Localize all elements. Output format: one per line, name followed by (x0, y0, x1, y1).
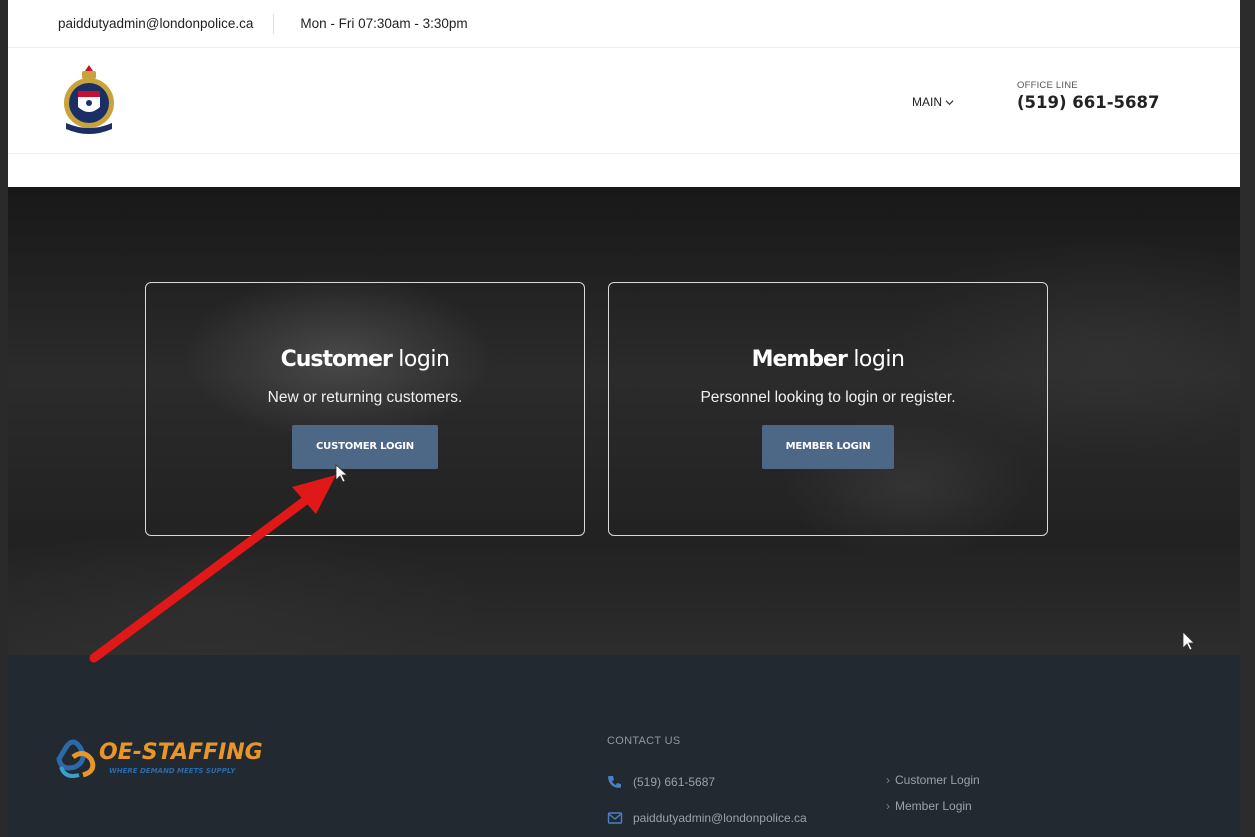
topbar-divider (273, 13, 275, 34)
header-spacer (8, 154, 1240, 187)
contact-heading: CONTACT US (607, 735, 681, 747)
web-page: paiddutyadmin@londonpolice.ca Mon - Fri … (8, 0, 1240, 837)
office-line-label: OFFICE LINE (1017, 80, 1078, 91)
site-header: MAIN OFFICE LINE (519) 661-5687 (8, 48, 1240, 154)
footer-email-row[interactable]: paiddutyadmin@londonpolice.ca (607, 810, 807, 826)
topbar-hours: Mon - Fri 07:30am - 3:30pm (300, 16, 468, 31)
site-footer: OE-STAFFING WHERE DEMAND MEETS SUPPLY CO… (8, 655, 1240, 837)
chevron-down-icon (945, 99, 954, 105)
customer-title-rest: login (391, 347, 450, 372)
customer-login-card: Customer login New or returning customer… (145, 282, 585, 536)
nav-main-label: MAIN (912, 95, 942, 109)
phone-icon (608, 776, 621, 788)
nav-main-menu[interactable]: MAIN (912, 95, 954, 109)
customer-card-subtitle: New or returning customers. (267, 389, 463, 406)
office-line-phone[interactable]: (519) 661-5687 (1017, 93, 1159, 112)
member-login-button[interactable]: MEMBER LOGIN (761, 425, 895, 469)
member-login-card: Member login Personnel looking to login … (608, 282, 1048, 536)
top-info-bar: paiddutyadmin@londonpolice.ca Mon - Fri … (8, 0, 1240, 48)
police-crest-icon[interactable] (58, 63, 120, 137)
customer-card-title: Customer login (146, 347, 584, 372)
footer-link-member-login[interactable]: › Member Login (886, 799, 980, 813)
footer-email: paiddutyadmin@londonpolice.ca (633, 811, 807, 825)
oe-logo-name: OE-STAFFING (99, 740, 263, 765)
member-title-bold: Member (751, 347, 848, 372)
footer-link-label: Member Login (895, 799, 972, 813)
footer-link-label: Customer Login (895, 773, 980, 787)
topbar-email[interactable]: paiddutyadmin@londonpolice.ca (58, 16, 253, 31)
oe-logo-tagline: WHERE DEMAND MEETS SUPPLY (109, 767, 236, 775)
office-line: OFFICE LINE (519) 661-5687 (1017, 80, 1159, 112)
envelope-icon (607, 812, 623, 824)
chevron-right-icon: › (886, 773, 890, 787)
footer-phone-row[interactable]: (519) 661-5687 (607, 774, 715, 790)
footer-link-customer-login[interactable]: › Customer Login (886, 773, 980, 787)
chevron-right-icon: › (886, 799, 890, 813)
customer-login-button[interactable]: CUSTOMER LOGIN (292, 425, 438, 469)
oe-staffing-logo[interactable]: OE-STAFFING WHERE DEMAND MEETS SUPPLY (53, 731, 303, 783)
hero-section: Customer login New or returning customer… (8, 187, 1240, 655)
member-card-title: Member login (609, 347, 1047, 372)
customer-title-bold: Customer (280, 347, 393, 372)
window-edge (1240, 0, 1255, 837)
member-title-rest: login (846, 347, 905, 372)
footer-phone: (519) 661-5687 (633, 775, 716, 789)
footer-links: › Customer Login › Member Login (886, 773, 980, 825)
oe-staffing-knot-icon (56, 739, 96, 778)
member-card-subtitle: Personnel looking to login or register. (700, 389, 956, 406)
